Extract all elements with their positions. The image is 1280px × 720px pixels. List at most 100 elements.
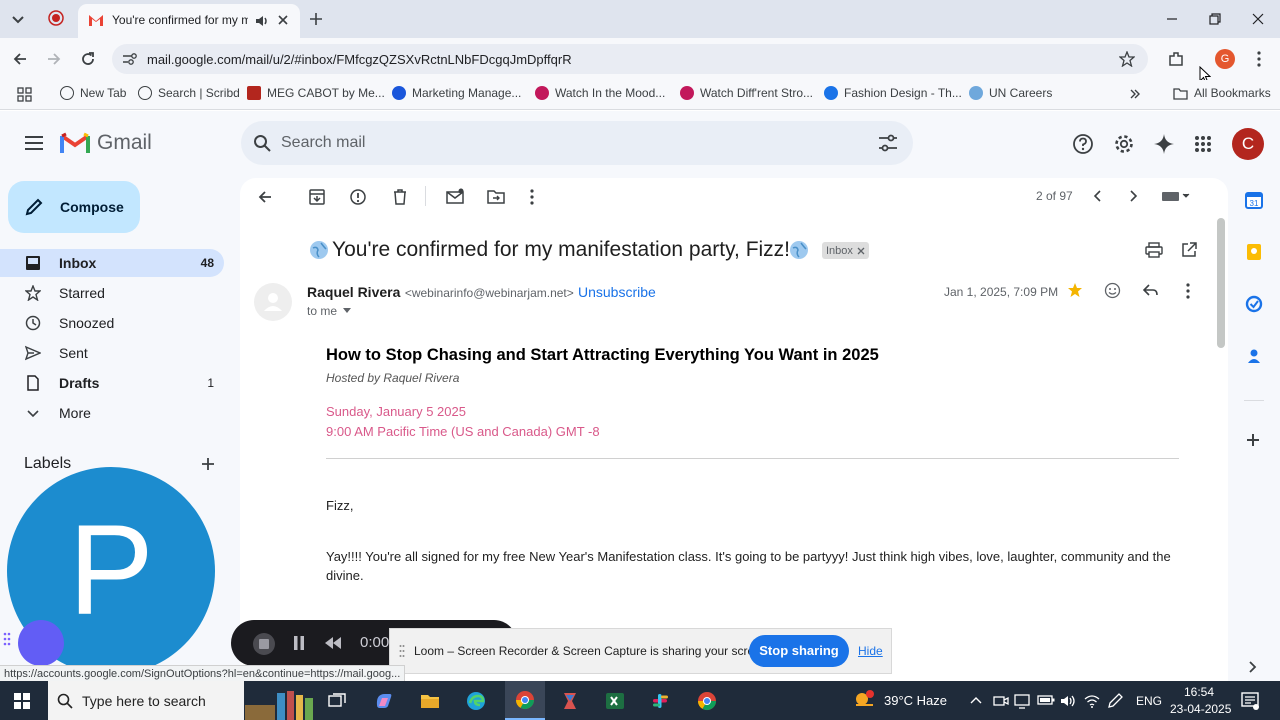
nav-more[interactable]: More (0, 399, 224, 427)
settings-gear-icon[interactable] (1113, 133, 1135, 155)
site-info-icon[interactable] (122, 52, 138, 66)
scrollbar-thumb[interactable] (1217, 218, 1225, 348)
battery-icon[interactable] (1037, 694, 1055, 706)
search-bar[interactable]: Search mail (241, 121, 913, 165)
gmail-logo[interactable]: Gmail (60, 131, 152, 155)
bookmark-un-careers[interactable]: UN Careers (969, 86, 1052, 100)
chrome-taskbar-active[interactable] (505, 681, 545, 720)
message-more-icon[interactable] (1184, 282, 1192, 300)
close-window-icon[interactable] (1251, 12, 1265, 26)
bookmark-meg-cabot[interactable]: MEG CABOT by Me... (247, 86, 385, 100)
unsubscribe-link[interactable]: Unsubscribe (578, 284, 656, 300)
get-addons-icon[interactable] (1245, 432, 1261, 448)
add-label-icon[interactable] (200, 456, 216, 472)
sender-avatar[interactable] (254, 283, 292, 321)
rewind-icon[interactable] (324, 635, 342, 651)
more-actions-icon[interactable] (528, 188, 536, 206)
newer-email-icon[interactable] (1091, 189, 1103, 203)
help-icon[interactable] (1072, 133, 1094, 155)
close-tab-icon[interactable] (277, 14, 289, 26)
notifications-icon[interactable] (1240, 691, 1260, 711)
bookmark-fashion[interactable]: Fashion Design - Th... (824, 86, 962, 100)
weather-icon[interactable] (853, 690, 877, 710)
minimize-icon[interactable] (1165, 12, 1179, 26)
gemini-sparkle-icon[interactable] (1153, 133, 1175, 155)
meet-now-icon[interactable] (993, 693, 1009, 709)
print-icon[interactable] (1145, 241, 1163, 259)
search-input[interactable]: Search mail (281, 134, 365, 152)
pen-icon[interactable] (1107, 693, 1123, 709)
address-bar[interactable]: mail.google.com/mail/u/2/#inbox/FMfcgzQZ… (112, 44, 1148, 74)
weather-text[interactable]: 39°C Haze (884, 693, 947, 708)
clock-time[interactable]: 16:54 (1184, 685, 1214, 699)
profile-avatar[interactable]: G (1215, 49, 1235, 69)
expand-panel-icon[interactable] (1248, 660, 1258, 674)
apps-grid-icon[interactable] (17, 87, 32, 102)
compose-button[interactable]: Compose (8, 181, 140, 233)
bookmark-scribd[interactable]: Search | Scribd (138, 86, 240, 100)
browser-tab-gmail[interactable]: You're confirmed for my manifestation pa… (78, 4, 300, 38)
all-bookmarks[interactable]: All Bookmarks (1173, 86, 1271, 100)
taskbar-search[interactable]: Type here to search (48, 681, 244, 720)
calendar-icon[interactable]: 31 (1245, 191, 1263, 209)
search-options-icon[interactable] (878, 134, 898, 152)
bookmark-marketing[interactable]: Marketing Manage... (392, 86, 521, 100)
hidden-icons-chevron-icon[interactable] (969, 695, 983, 705)
nav-sent[interactable]: Sent (0, 339, 224, 367)
bookmark-watch-diffrent[interactable]: Watch Diff'rent Stro... (680, 86, 813, 100)
task-view-icon[interactable] (328, 692, 346, 710)
input-tools-icon[interactable] (1161, 190, 1191, 202)
clock-date[interactable]: 23-04-2025 (1170, 702, 1231, 716)
excel-icon[interactable] (605, 691, 625, 711)
new-tab-icon[interactable] (308, 11, 324, 27)
open-new-window-icon[interactable] (1180, 241, 1198, 259)
bookmark-new-tab[interactable]: New Tab (60, 86, 126, 100)
pause-icon[interactable] (292, 635, 306, 651)
older-email-icon[interactable] (1128, 189, 1140, 203)
sender-name[interactable]: Raquel Rivera (307, 284, 400, 300)
tasks-icon[interactable] (1245, 295, 1263, 313)
speaker-icon[interactable] (254, 13, 270, 29)
reload-icon[interactable] (80, 51, 96, 67)
remove-label-icon[interactable] (857, 247, 865, 255)
recipient-line[interactable]: to me (307, 304, 352, 318)
reply-icon[interactable] (1142, 282, 1159, 299)
edge-icon[interactable] (466, 691, 486, 711)
chrome-profile-taskbar-icon[interactable] (697, 691, 717, 711)
language-indicator[interactable]: ENG (1136, 694, 1162, 708)
emoji-react-icon[interactable] (1104, 282, 1121, 299)
file-explorer-icon[interactable] (420, 692, 440, 710)
archive-icon[interactable] (308, 188, 326, 206)
report-spam-icon[interactable] (349, 188, 367, 206)
starred-star-icon[interactable] (1067, 282, 1083, 298)
search-icon[interactable] (253, 134, 271, 152)
mark-unread-icon[interactable] (446, 188, 464, 206)
nav-inbox[interactable]: Inbox 48 (0, 249, 224, 277)
bookmark-star-icon[interactable] (1119, 51, 1135, 67)
contacts-icon[interactable] (1245, 347, 1263, 365)
windows-start-icon[interactable] (14, 693, 30, 709)
media-app-icon[interactable] (560, 691, 580, 711)
forward-icon[interactable] (46, 51, 62, 67)
more-bookmarks-icon[interactable] (1129, 88, 1141, 100)
copilot-icon[interactable] (374, 691, 394, 711)
loom-launcher-icon[interactable] (18, 620, 64, 666)
restore-icon[interactable] (1208, 12, 1222, 26)
bookmark-watch-mood[interactable]: Watch In the Mood... (535, 86, 665, 100)
nav-drafts[interactable]: Drafts 1 (0, 369, 224, 397)
inbox-label-chip[interactable]: Inbox (822, 242, 869, 259)
slack-icon[interactable] (650, 691, 670, 711)
account-avatar[interactable]: C (1232, 128, 1264, 160)
details-caret-icon[interactable] (343, 308, 352, 314)
wifi-icon[interactable] (1083, 693, 1101, 709)
volume-icon[interactable] (1059, 693, 1077, 709)
side-dots-icon[interactable] (3, 632, 11, 646)
extensions-icon[interactable] (1167, 50, 1185, 68)
nav-snoozed[interactable]: Snoozed (0, 309, 224, 337)
nav-starred[interactable]: Starred (0, 279, 224, 307)
keep-icon[interactable] (1245, 243, 1263, 261)
stop-sharing-button[interactable]: Stop sharing (749, 635, 849, 667)
hide-link[interactable]: Hide (858, 644, 883, 658)
back-icon[interactable] (12, 51, 28, 67)
drag-handle-icon[interactable] (399, 644, 405, 658)
